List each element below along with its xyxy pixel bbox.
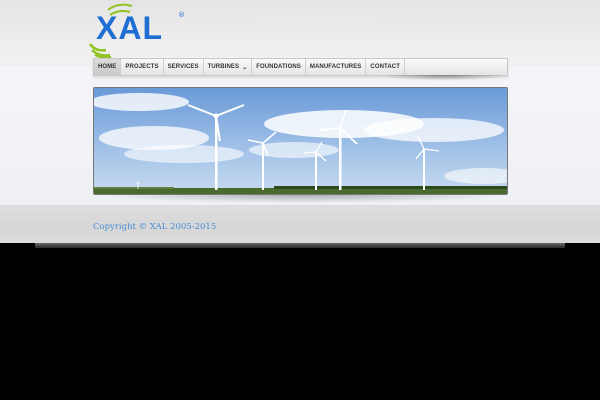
nav-item-label: CONTACT bbox=[370, 64, 401, 70]
nav-item-label: FOUNDATIONS bbox=[256, 64, 301, 70]
nav-item-foundations[interactable]: FOUNDATIONS bbox=[252, 59, 306, 75]
xal-logo[interactable]: XAL ® bbox=[88, 2, 198, 58]
empty-area bbox=[0, 248, 600, 400]
copyright-text: Copyright © XAL 2005-2015 bbox=[93, 222, 217, 232]
nav-item-projects[interactable]: PROJECTS bbox=[121, 59, 164, 75]
nav-item-turbines[interactable]: TURBINES ⌄ bbox=[204, 59, 253, 75]
nav-shadow bbox=[380, 75, 508, 81]
nav-item-contact[interactable]: CONTACT bbox=[366, 59, 406, 75]
wind-turbines-photo bbox=[94, 88, 507, 194]
nav-item-home[interactable]: HOME bbox=[94, 59, 122, 75]
nav-item-label: MANUFACTURES bbox=[309, 64, 362, 70]
chevron-down-icon: ⌄ bbox=[242, 64, 248, 71]
main-nav: HOME PROJECTS SERVICES TURBINES ⌄ FOUNDA… bbox=[93, 58, 508, 76]
nav-item-label: SERVICES bbox=[167, 64, 199, 70]
nav-item-services[interactable]: SERVICES bbox=[164, 59, 204, 75]
banner-shadow bbox=[93, 195, 508, 203]
logo-text: XAL bbox=[96, 10, 163, 46]
site-page: XAL ® HOME PROJECTS SERVICES TURBINES ⌄ … bbox=[0, 0, 600, 243]
registered-mark: ® bbox=[178, 11, 185, 19]
banner-image bbox=[93, 87, 508, 195]
nav-item-label: HOME bbox=[98, 64, 117, 70]
footer-band bbox=[0, 205, 600, 243]
nav-item-label: PROJECTS bbox=[125, 64, 159, 70]
nav-item-label: TURBINES bbox=[207, 64, 240, 70]
nav-item-manufactures[interactable]: MANUFACTURES bbox=[306, 59, 367, 75]
